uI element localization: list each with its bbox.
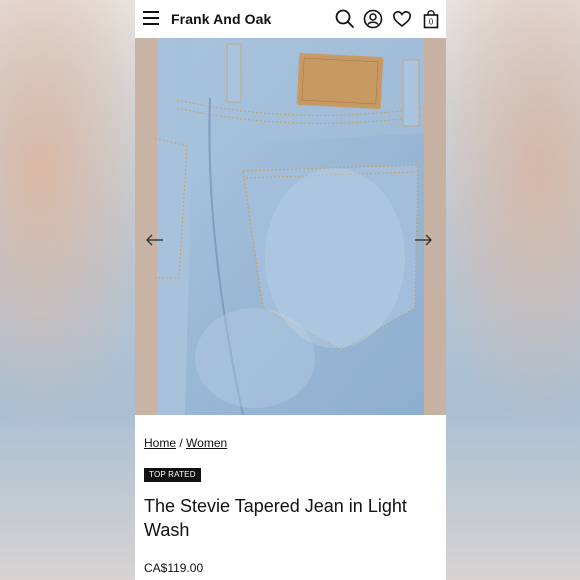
breadcrumb-separator: /: [179, 436, 183, 450]
top-navigation-bar: Frank And Oak 0: [135, 0, 446, 38]
product-title: The Stevie Tapered Jean in Light Wash: [144, 496, 407, 540]
account-icon[interactable]: [363, 9, 383, 29]
jeans-photo: [135, 38, 446, 415]
menu-icon[interactable]: [143, 11, 159, 25]
arrow-left-icon[interactable]: [145, 233, 165, 247]
search-icon[interactable]: [335, 9, 355, 29]
arrow-right-icon[interactable]: [413, 233, 433, 247]
mobile-page: Frank And Oak 0 Home / Women TOP RATED T…: [135, 0, 446, 580]
breadcrumb-women-link[interactable]: Women: [186, 436, 227, 450]
breadcrumb-home-link[interactable]: Home: [144, 436, 176, 450]
brand-logo[interactable]: Frank And Oak: [171, 11, 271, 27]
heart-icon[interactable]: [392, 9, 412, 29]
product-image[interactable]: [135, 38, 446, 415]
cart-count: 0: [429, 18, 434, 27]
breadcrumb: Home / Women: [144, 436, 227, 450]
bag-icon[interactable]: 0: [421, 9, 441, 29]
top-rated-badge: TOP RATED: [144, 468, 201, 482]
product-price: CA$119.00: [144, 561, 204, 575]
